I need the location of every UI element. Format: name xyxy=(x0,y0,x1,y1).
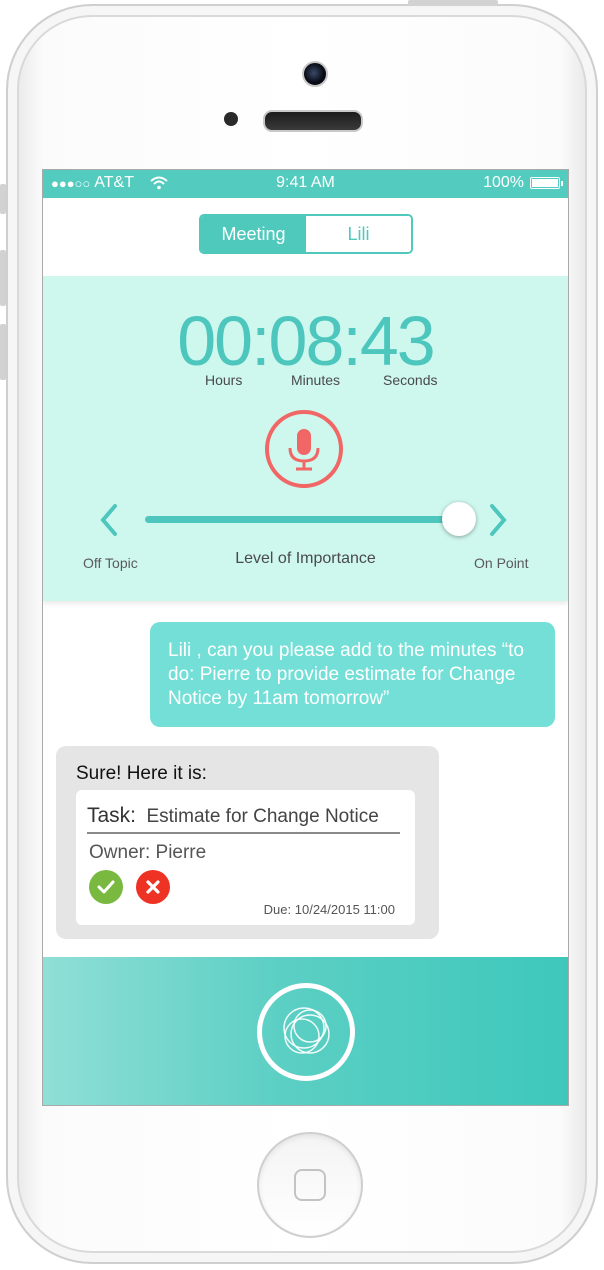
silent-switch xyxy=(0,184,6,214)
chevron-right-icon[interactable] xyxy=(486,502,510,538)
accept-task-button[interactable] xyxy=(89,870,123,904)
front-camera xyxy=(302,61,328,87)
tab-meeting[interactable]: Meeting xyxy=(201,216,306,252)
status-bar: ●●●○○ AT&T 9:41 AM 100% xyxy=(43,170,568,198)
importance-slider-thumb[interactable] xyxy=(442,502,476,536)
home-button-square-icon xyxy=(294,1169,326,1201)
home-button[interactable] xyxy=(257,1132,363,1238)
proximity-sensor xyxy=(224,112,238,126)
microphone-icon xyxy=(288,429,320,471)
bottom-bar xyxy=(43,957,568,1105)
app-screen: ●●●○○ AT&T 9:41 AM 100% Meeting Lili 00:… xyxy=(42,169,569,1106)
volume-up-button xyxy=(0,250,6,306)
user-message-bubble: Lili , can you please add to the minutes… xyxy=(150,622,555,727)
timer-unit-hours: Hours xyxy=(205,372,243,388)
task-due-date: Due: 10/24/2015 11:00 xyxy=(263,902,395,917)
reject-task-button[interactable] xyxy=(136,870,170,904)
task-owner: Owner: Pierre xyxy=(89,842,207,863)
checkmark-icon xyxy=(97,880,115,894)
chevron-left-icon[interactable] xyxy=(97,502,121,538)
timer-unit-seconds: Seconds xyxy=(383,372,438,388)
earpiece-speaker xyxy=(263,110,363,132)
assistant-message-bubble: Sure! Here it is: Task: Estimate for Cha… xyxy=(56,746,439,939)
timer-panel: 00:08:43 Hours Minutes Seconds Off Topic… xyxy=(43,276,568,601)
assistant-button[interactable] xyxy=(257,983,355,1081)
slider-max-label: On Point xyxy=(474,555,529,571)
volume-down-button xyxy=(0,324,6,380)
power-button xyxy=(408,0,498,6)
task-field[interactable]: Task: Estimate for Change Notice xyxy=(87,804,400,834)
battery-percentage: 100% xyxy=(483,174,524,191)
assistant-message-text: Sure! Here it is: xyxy=(76,763,207,784)
task-label: Task: xyxy=(87,804,137,827)
timer-unit-minutes: Minutes xyxy=(291,372,341,388)
mode-segmented-control: Meeting Lili xyxy=(199,214,413,254)
close-icon xyxy=(146,880,160,894)
task-card: Task: Estimate for Change Notice Owner: … xyxy=(76,790,415,925)
assistant-orb-icon xyxy=(283,1007,330,1054)
battery-icon xyxy=(530,177,563,189)
importance-slider-track[interactable] xyxy=(145,516,461,523)
task-value: Estimate for Change Notice xyxy=(146,806,379,827)
elapsed-timer: 00:08:43 xyxy=(177,302,435,380)
tab-lili[interactable]: Lili xyxy=(306,216,411,252)
status-right: 100% xyxy=(483,174,563,192)
record-button[interactable] xyxy=(265,410,343,488)
